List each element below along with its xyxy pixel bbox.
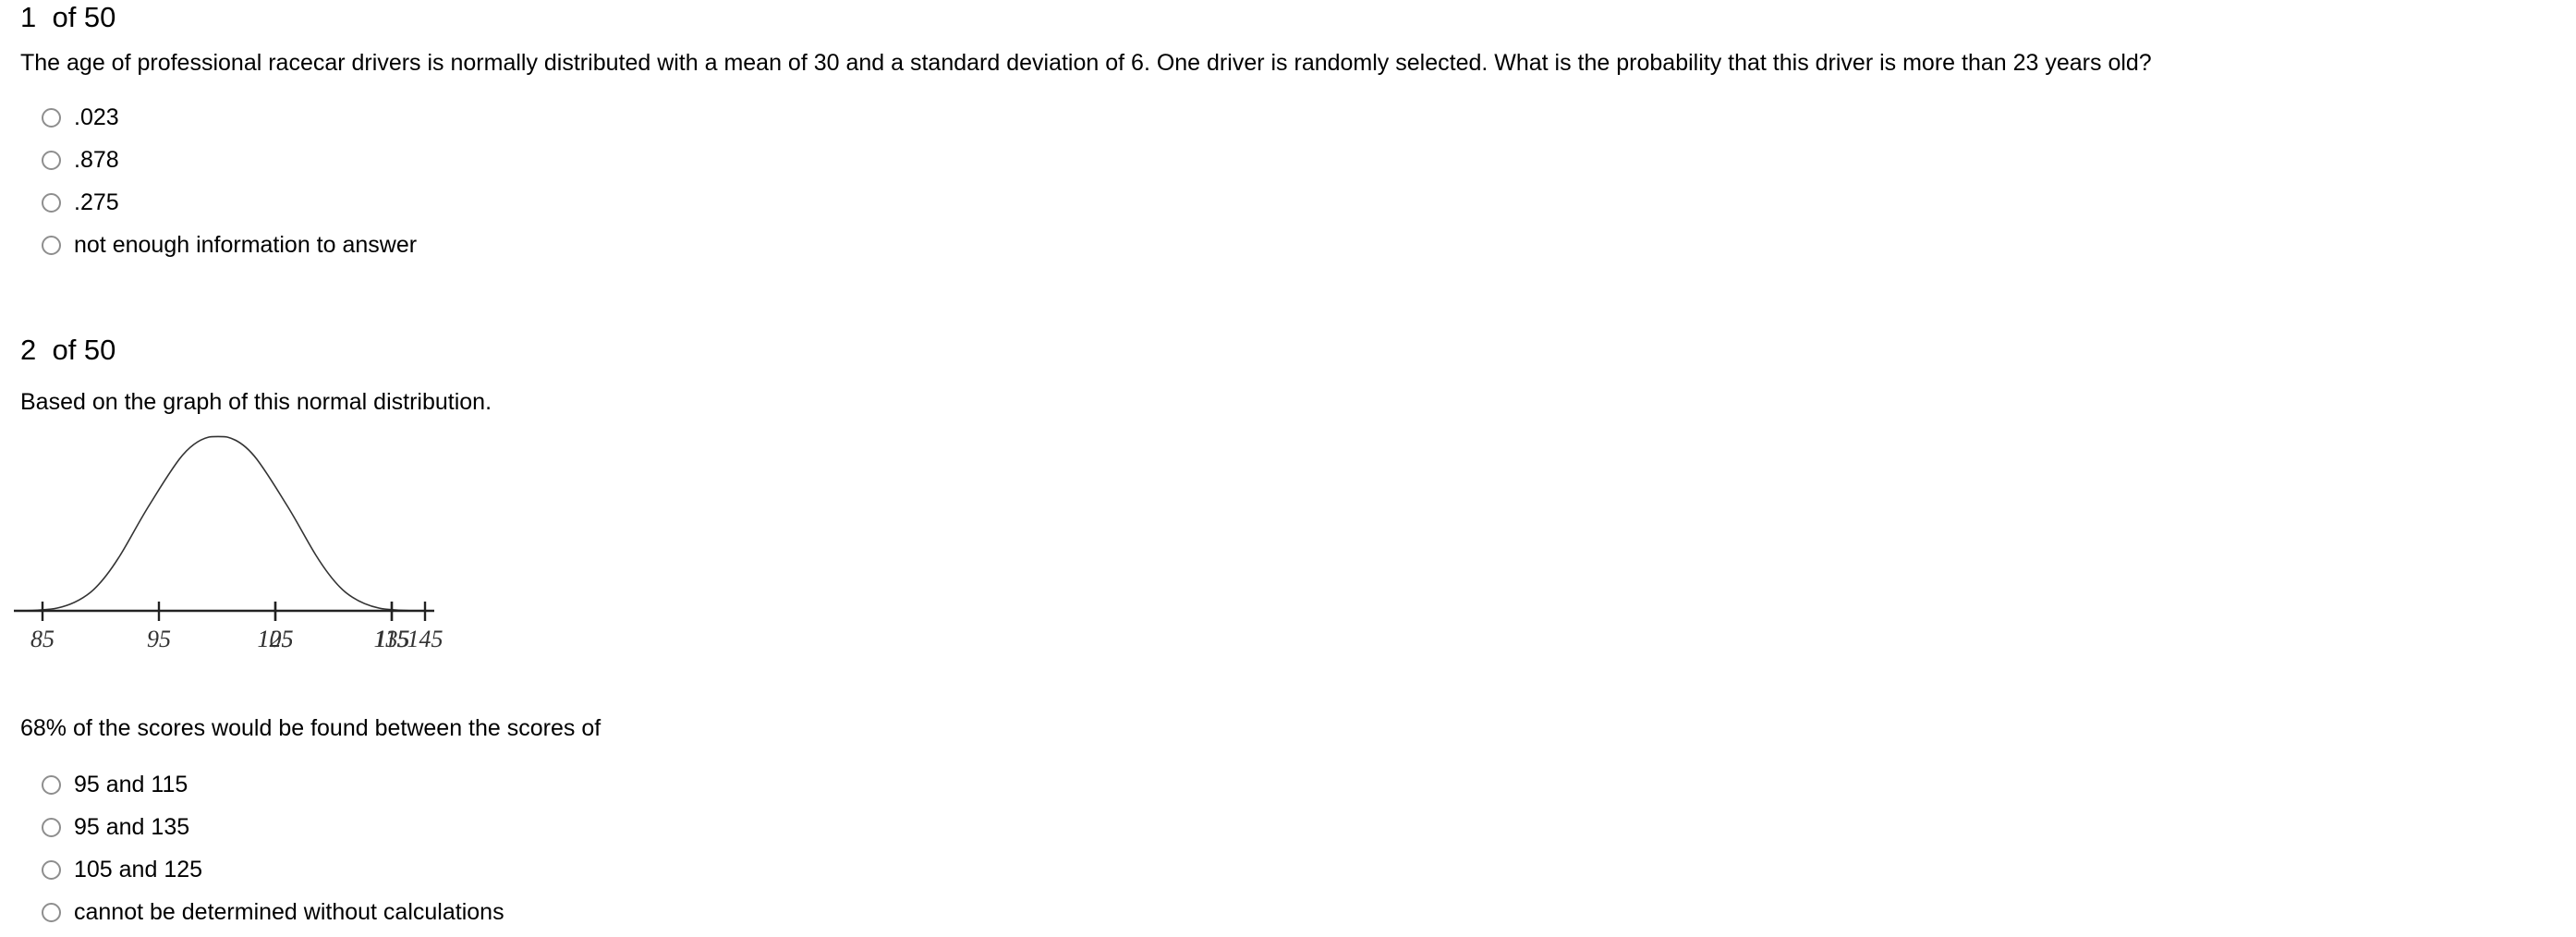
question-2-subprompt: 68% of the scores would be found between… [20, 715, 601, 741]
radio-button-icon[interactable] [42, 107, 61, 128]
option-label: 95 and 135 [74, 813, 190, 840]
option-label: .878 [74, 146, 119, 173]
tick-label-85: 85 [30, 626, 55, 651]
question-1-options: .023 .878 .275 not enough information to… [0, 96, 417, 266]
normal-distribution-chart-right: 125 135 145 [218, 420, 495, 651]
x-axis-ticks-right [273, 602, 427, 621]
question-2-header: 2 of 50 [20, 334, 116, 366]
radio-button-icon[interactable] [42, 192, 61, 213]
radio-button-icon[interactable] [42, 859, 61, 880]
option-label: 95 and 115 [74, 771, 188, 797]
question-1-header: 1 of 50 [20, 1, 116, 33]
normal-curve-svg-right: 125 135 145 [258, 602, 444, 651]
option-row[interactable]: cannot be determined without calculation… [42, 891, 504, 933]
option-row[interactable]: 95 and 135 [42, 806, 504, 848]
option-row[interactable]: .878 [42, 139, 417, 181]
tick-label-135: 135 [374, 626, 410, 651]
option-row[interactable]: .023 [42, 96, 417, 139]
tick-label-125: 125 [258, 626, 294, 651]
option-label: .023 [74, 103, 119, 130]
option-label: .275 [74, 189, 119, 215]
radio-button-icon[interactable] [42, 235, 61, 255]
question-1-stem: The age of professional racecar drivers … [20, 50, 2152, 76]
option-row[interactable]: .275 [42, 181, 417, 224]
option-label: cannot be determined without calculation… [74, 898, 504, 925]
question-2-options: 95 and 115 95 and 135 105 and 125 cannot… [0, 763, 504, 933]
quiz-page: 1 of 50 The age of professional racecar … [0, 0, 2576, 937]
option-label: not enough information to answer [74, 231, 418, 258]
option-row[interactable]: 95 and 115 [42, 763, 504, 806]
tick-label-145: 145 [407, 626, 444, 651]
radio-button-icon[interactable] [42, 817, 61, 837]
tick-label-95: 95 [147, 626, 171, 651]
option-row[interactable]: not enough information to answer [42, 224, 417, 266]
radio-button-icon[interactable] [42, 774, 61, 795]
question-2-stem: Based on the graph of this normal distri… [20, 389, 492, 415]
option-row[interactable]: 105 and 125 [42, 848, 504, 891]
radio-button-icon[interactable] [42, 150, 61, 170]
option-label: 105 and 125 [74, 856, 203, 882]
radio-button-icon[interactable] [42, 902, 61, 922]
